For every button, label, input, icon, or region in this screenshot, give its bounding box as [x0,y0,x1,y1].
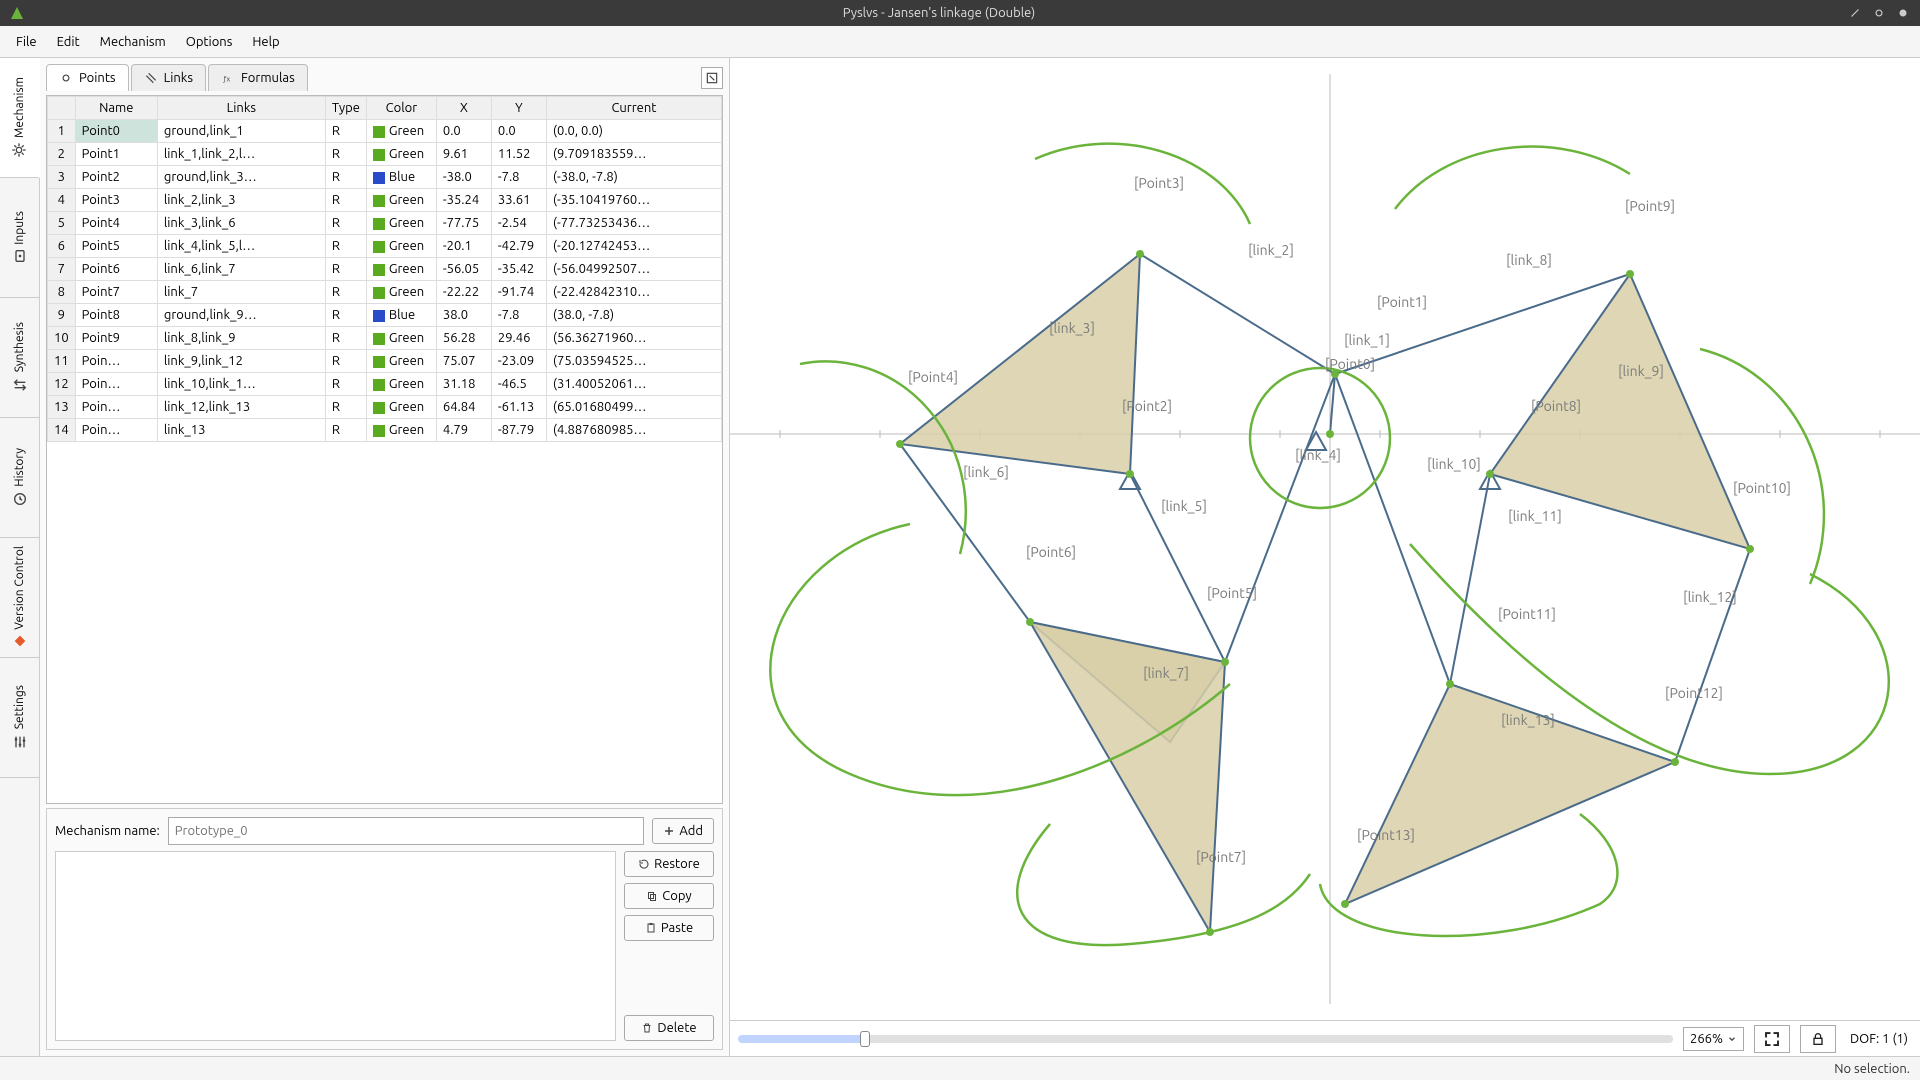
canvas[interactable]: [Point0][Point1][Point2][Point3][Point4]… [730,58,1920,1020]
lock-button[interactable] [1800,1025,1836,1053]
app-icon [8,4,26,22]
sidetab-settings[interactable]: Settings [0,658,39,778]
gear-icon [11,142,27,158]
fit-view-button[interactable] [1754,1025,1790,1053]
table-row[interactable]: 4Point3link_2,link_3RGreen-35.2433.61(-3… [48,189,722,212]
column-header[interactable]: Name [75,97,157,120]
mechanism-name-input[interactable] [168,817,645,845]
expand-icon [705,71,719,85]
column-header[interactable]: Y [491,97,546,120]
table-row[interactable]: 5Point4link_3,link_6RGreen-77.75-2.54(-7… [48,212,722,235]
diamond-icon [12,633,28,649]
column-header[interactable]: Current [546,97,721,120]
table-row[interactable]: 12Poin…link_10,link_1…RGreen31.18-46.5(3… [48,373,722,396]
copy-button[interactable]: Copy [624,883,714,909]
add-button[interactable]: Add [652,818,714,844]
menu-mechanism[interactable]: Mechanism [90,31,176,53]
synthesis-icon [12,377,28,393]
tab-links[interactable]: Links [131,64,206,91]
table-row[interactable]: 6Point5link_4,link_5,l…RGreen-20.1-42.79… [48,235,722,258]
column-header[interactable]: Type [325,97,366,120]
formula-icon: ƒx [221,71,235,85]
menu-help[interactable]: Help [242,31,289,53]
bottom-panel: Mechanism name: Add Restore Copy [46,808,723,1050]
delete-button[interactable]: Delete [624,1015,714,1041]
table-row[interactable]: 2Point1link_1,link_2,l…RGreen9.6111.52(9… [48,143,722,166]
table-row[interactable]: 1Point0ground,link_1RGreen0.00.0(0.0, 0.… [48,120,722,143]
menu-file[interactable]: File [6,31,47,53]
canvas-footer: 266% DOF: 1 (1) [730,1020,1920,1056]
input-icon [12,248,28,264]
svg-text:ƒx: ƒx [222,76,230,84]
link-icon [144,71,158,85]
add-icon [663,825,675,837]
sidetab-history[interactable]: History [0,418,39,538]
menubar: File Edit Mechanism Options Help [0,26,1920,58]
paste-icon [645,922,657,934]
sliders-icon [12,734,28,750]
sidetab-mechanism[interactable]: Mechanism [0,58,40,178]
table-row[interactable]: 11Poin…link_9,link_12RGreen75.07-23.09(7… [48,350,722,373]
expand-button[interactable] [701,67,723,89]
zoom-value[interactable]: 266% [1683,1027,1744,1051]
lock-icon [1810,1031,1826,1047]
table-row[interactable]: 8Point7link_7RGreen-22.22-91.74(-22.4284… [48,281,722,304]
dof-label: DOF: 1 (1) [1846,1032,1912,1046]
sidetab-version-control[interactable]: Version Control [0,538,39,658]
canvas-area: [Point0][Point1][Point2][Point3][Point4]… [730,58,1920,1056]
table-row[interactable]: 9Point8ground,link_9…RBlue38.0-7.8(38.0,… [48,304,722,327]
statusbar: No selection. [0,1056,1920,1080]
menu-options[interactable]: Options [176,31,243,53]
mechanism-list[interactable] [55,851,616,1041]
slider-handle[interactable] [860,1031,870,1047]
chevron-down-icon [1727,1034,1737,1044]
tab-points[interactable]: Points [46,64,129,91]
column-header[interactable]: Links [157,97,325,120]
expand-arrows-icon [1763,1030,1781,1048]
menu-edit[interactable]: Edit [47,31,90,53]
column-header[interactable]: X [436,97,491,120]
clock-icon [12,491,28,507]
sidetab-inputs[interactable]: Inputs [0,178,39,298]
column-header[interactable]: Color [366,97,436,120]
titlebar: Pyslvs - Jansen's linkage (Double) [0,0,1920,26]
sidetab-synthesis[interactable]: Synthesis [0,298,39,418]
restore-icon [638,858,650,870]
restore-button[interactable]: Restore [624,851,714,877]
side-tabs: Mechanism Inputs Synthesis History Versi… [0,58,40,1056]
tab-formulas[interactable]: ƒx Formulas [208,64,308,91]
table-row[interactable]: 3Point2ground,link_3…RBlue-38.0-7.8(-38.… [48,166,722,189]
point-icon [59,71,73,85]
paste-button[interactable]: Paste [624,915,714,941]
status-text: No selection. [1834,1062,1910,1076]
table-row[interactable]: 14Poin…link_13RGreen4.79-87.79(4.8876809… [48,419,722,442]
table-row[interactable]: 10Point9link_8,link_9RGreen56.2829.46(56… [48,327,722,350]
window-minimize-icon[interactable] [1846,4,1864,22]
canvas-svg [730,58,1920,1020]
window-title: Pyslvs - Jansen's linkage (Double) [32,6,1846,20]
zoom-slider[interactable] [738,1035,1673,1043]
copy-icon [646,890,658,902]
table-row[interactable]: 13Poin…link_12,link_13RGreen64.84-61.13(… [48,396,722,419]
window-maximize-icon[interactable] [1870,4,1888,22]
trash-icon [641,1022,653,1034]
window-close-icon[interactable] [1894,4,1912,22]
column-header[interactable] [48,97,76,120]
left-panel: Points Links ƒx Formulas NameLinksTypeCo… [40,58,730,1056]
mechanism-name-label: Mechanism name: [55,824,160,838]
table-row[interactable]: 7Point6link_6,link_7RGreen-56.05-35.42(-… [48,258,722,281]
points-table[interactable]: NameLinksTypeColorXYCurrent 1Point0groun… [46,95,723,804]
